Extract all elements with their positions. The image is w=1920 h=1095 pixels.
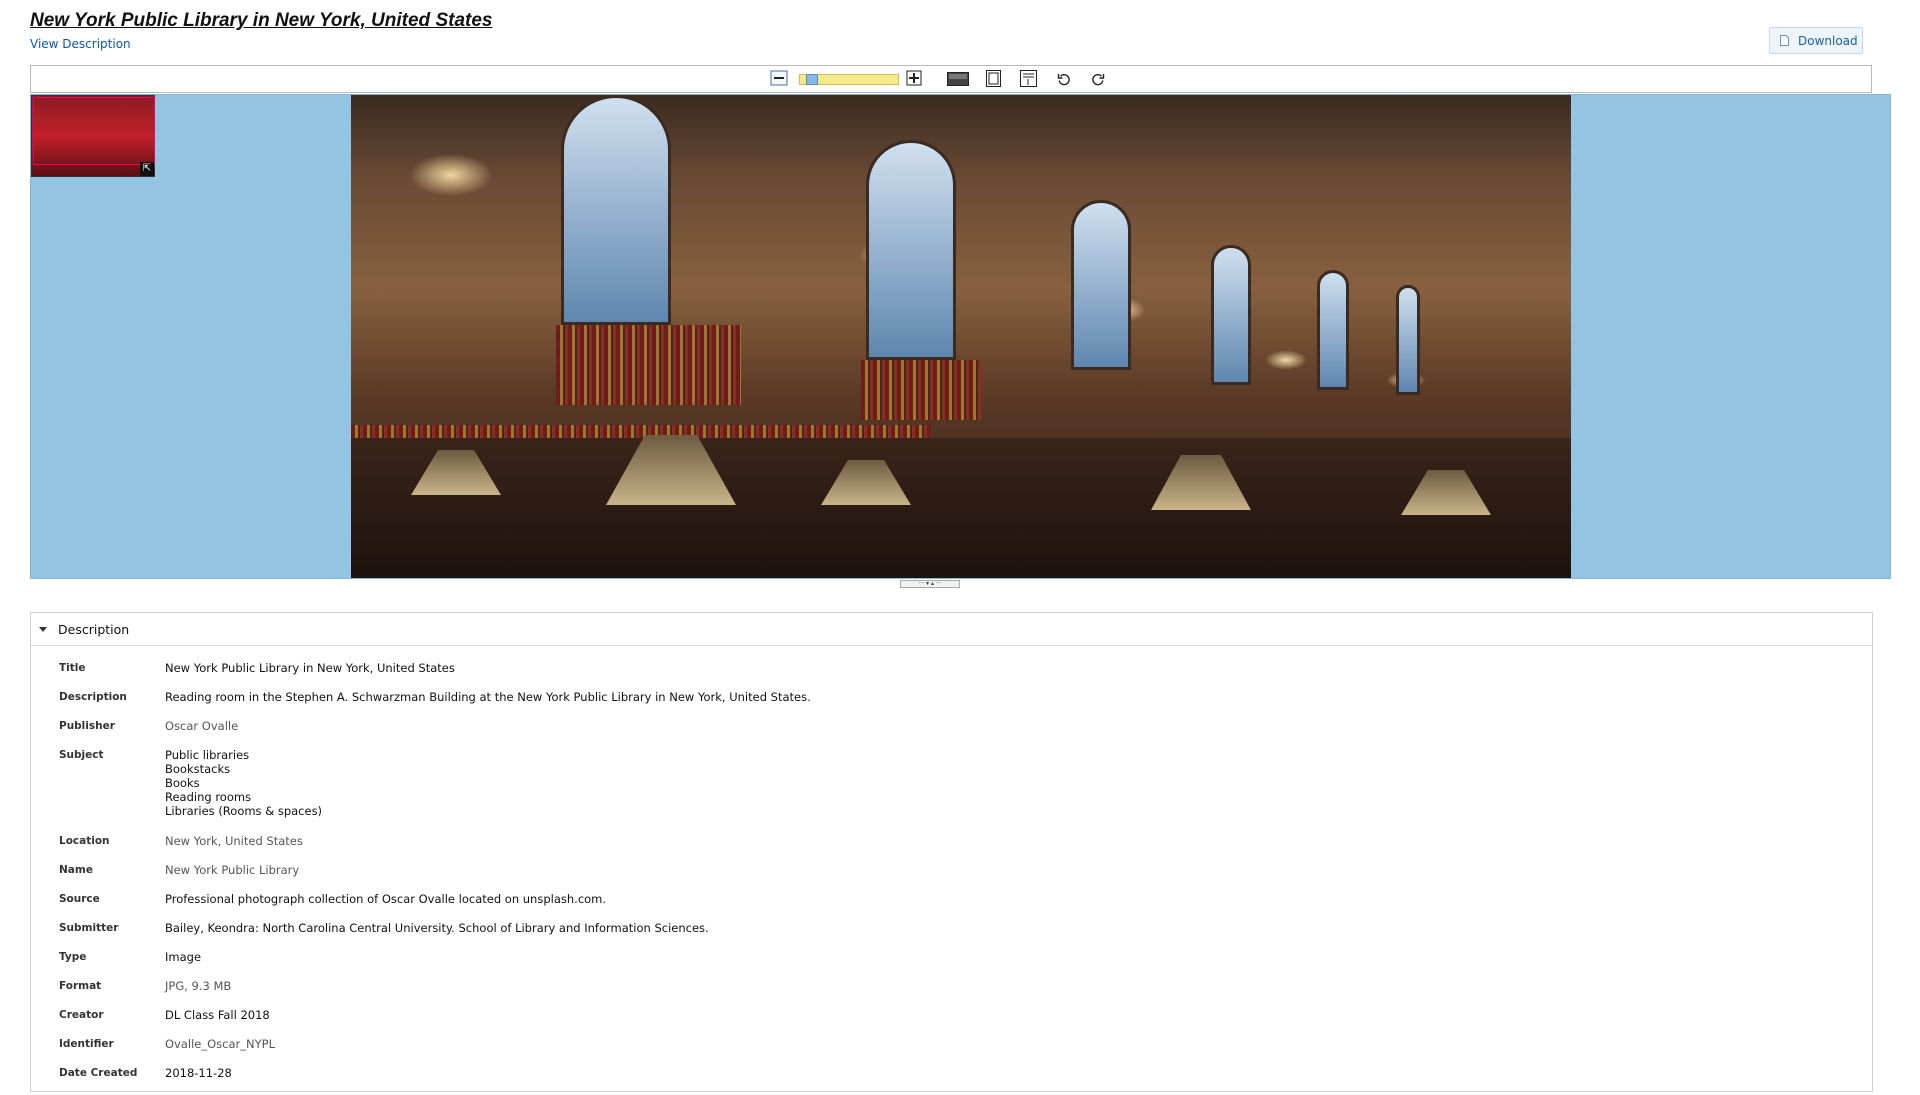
metadata-name-value: New York Public Library <box>165 863 300 877</box>
view-description-link[interactable]: View Description <box>30 37 131 51</box>
subject-item: Reading rooms <box>165 790 252 804</box>
metadata-date-created-value: 2018-11-28 <box>165 1066 232 1080</box>
zoom-in-button[interactable] <box>903 70 925 90</box>
metadata-row-description: Description Reading room in the Stephen … <box>59 690 811 719</box>
caret-down-icon <box>39 626 47 632</box>
rotate-left-icon <box>1057 71 1071 90</box>
subject-item: Bookstacks <box>165 762 231 776</box>
metadata-publisher-value: Oscar Ovalle <box>165 719 239 733</box>
metadata-row-identifier: Identifier Ovalle_Oscar_NYPL <box>59 1037 811 1066</box>
metadata-title-value: New York Public Library in New York, Uni… <box>165 661 455 675</box>
fit-width-icon <box>947 71 969 90</box>
rotate-left-button[interactable] <box>1054 70 1074 90</box>
metadata-description-value: Reading room in the Stephen A. Schwarzma… <box>165 690 811 704</box>
fit-width-button[interactable] <box>946 70 970 90</box>
fit-page-button[interactable] <box>1017 69 1039 91</box>
viewer-resize-handle[interactable]: ··· ▾ ▴ ··· <box>900 580 960 588</box>
navigator-thumbnail[interactable]: ⇱ <box>31 95 155 177</box>
zoom-slider-thumb[interactable] <box>806 74 819 85</box>
metadata-row-subject: Subject Public libraries Bookstacks Book… <box>59 748 811 834</box>
page-title: New York Public Library in New York, Uni… <box>30 10 493 31</box>
navigator-viewport[interactable] <box>33 97 155 165</box>
download-label: Download <box>1798 33 1858 48</box>
metadata-row-date-created: Date Created 2018-11-28 <box>59 1066 811 1095</box>
metadata-row-type: Type Image <box>59 950 811 979</box>
fit-page-icon <box>1019 69 1037 91</box>
metadata-row-format: Format JPG, 9.3 MB <box>59 979 811 1008</box>
metadata-location-value: New York, United States <box>165 834 303 848</box>
zoom-out-button[interactable] <box>768 70 790 90</box>
description-panel: Description Title New York Public Librar… <box>30 612 1873 1092</box>
fit-window-icon <box>985 69 1001 91</box>
description-header-label: Description <box>58 621 130 637</box>
subject-item: Public libraries <box>165 748 250 762</box>
metadata-type-value: Image <box>165 950 202 964</box>
metadata-row-publisher: Publisher Oscar Ovalle <box>59 719 811 748</box>
library-reading-room-photo[interactable] <box>351 95 1571 578</box>
metadata-row-title: Title New York Public Library in New Yor… <box>59 661 811 690</box>
subject-item: Books <box>165 776 200 790</box>
metadata-format-value: JPG, 9.3 MB <box>165 979 232 993</box>
viewer-stage[interactable]: ⇱ <box>30 94 1891 579</box>
metadata-creator-value: DL Class Fall 2018 <box>165 1008 270 1022</box>
metadata-row-source: Source Professional photograph collectio… <box>59 892 811 921</box>
navigator-toggle-icon[interactable]: ⇱ <box>140 162 154 176</box>
download-button[interactable]: Download <box>1769 27 1863 54</box>
metadata-submitter-value: Bailey, Keondra: North Carolina Central … <box>165 921 709 935</box>
description-toggle[interactable]: Description <box>31 613 1872 646</box>
zoom-slider[interactable] <box>799 74 899 85</box>
zoom-in-icon <box>906 70 922 90</box>
metadata-identifier-value: Ovalle_Oscar_NYPL <box>165 1037 275 1051</box>
zoom-out-icon <box>770 70 788 90</box>
metadata-row-submitter: Submitter Bailey, Keondra: North Carolin… <box>59 921 811 950</box>
fit-window-button[interactable] <box>983 69 1003 91</box>
file-icon <box>1780 35 1789 46</box>
subject-item: Libraries (Rooms & spaces) <box>165 804 323 818</box>
image-viewer: ⇱ ··· ▾ ▴ ··· <box>30 65 1891 588</box>
rotate-right-icon <box>1091 71 1105 90</box>
metadata-row-creator: Creator DL Class Fall 2018 <box>59 1008 811 1037</box>
metadata-subject-values: Public libraries Bookstacks Books Readin… <box>165 748 322 834</box>
metadata-source-value: Professional photograph collection of Os… <box>165 892 607 906</box>
metadata-row-name: Name New York Public Library <box>59 863 811 892</box>
viewer-toolbar <box>30 65 1872 93</box>
metadata-list: Title New York Public Library in New Yor… <box>59 661 811 1095</box>
metadata-row-location: Location New York, United States <box>59 834 811 863</box>
rotate-right-button[interactable] <box>1088 70 1108 90</box>
